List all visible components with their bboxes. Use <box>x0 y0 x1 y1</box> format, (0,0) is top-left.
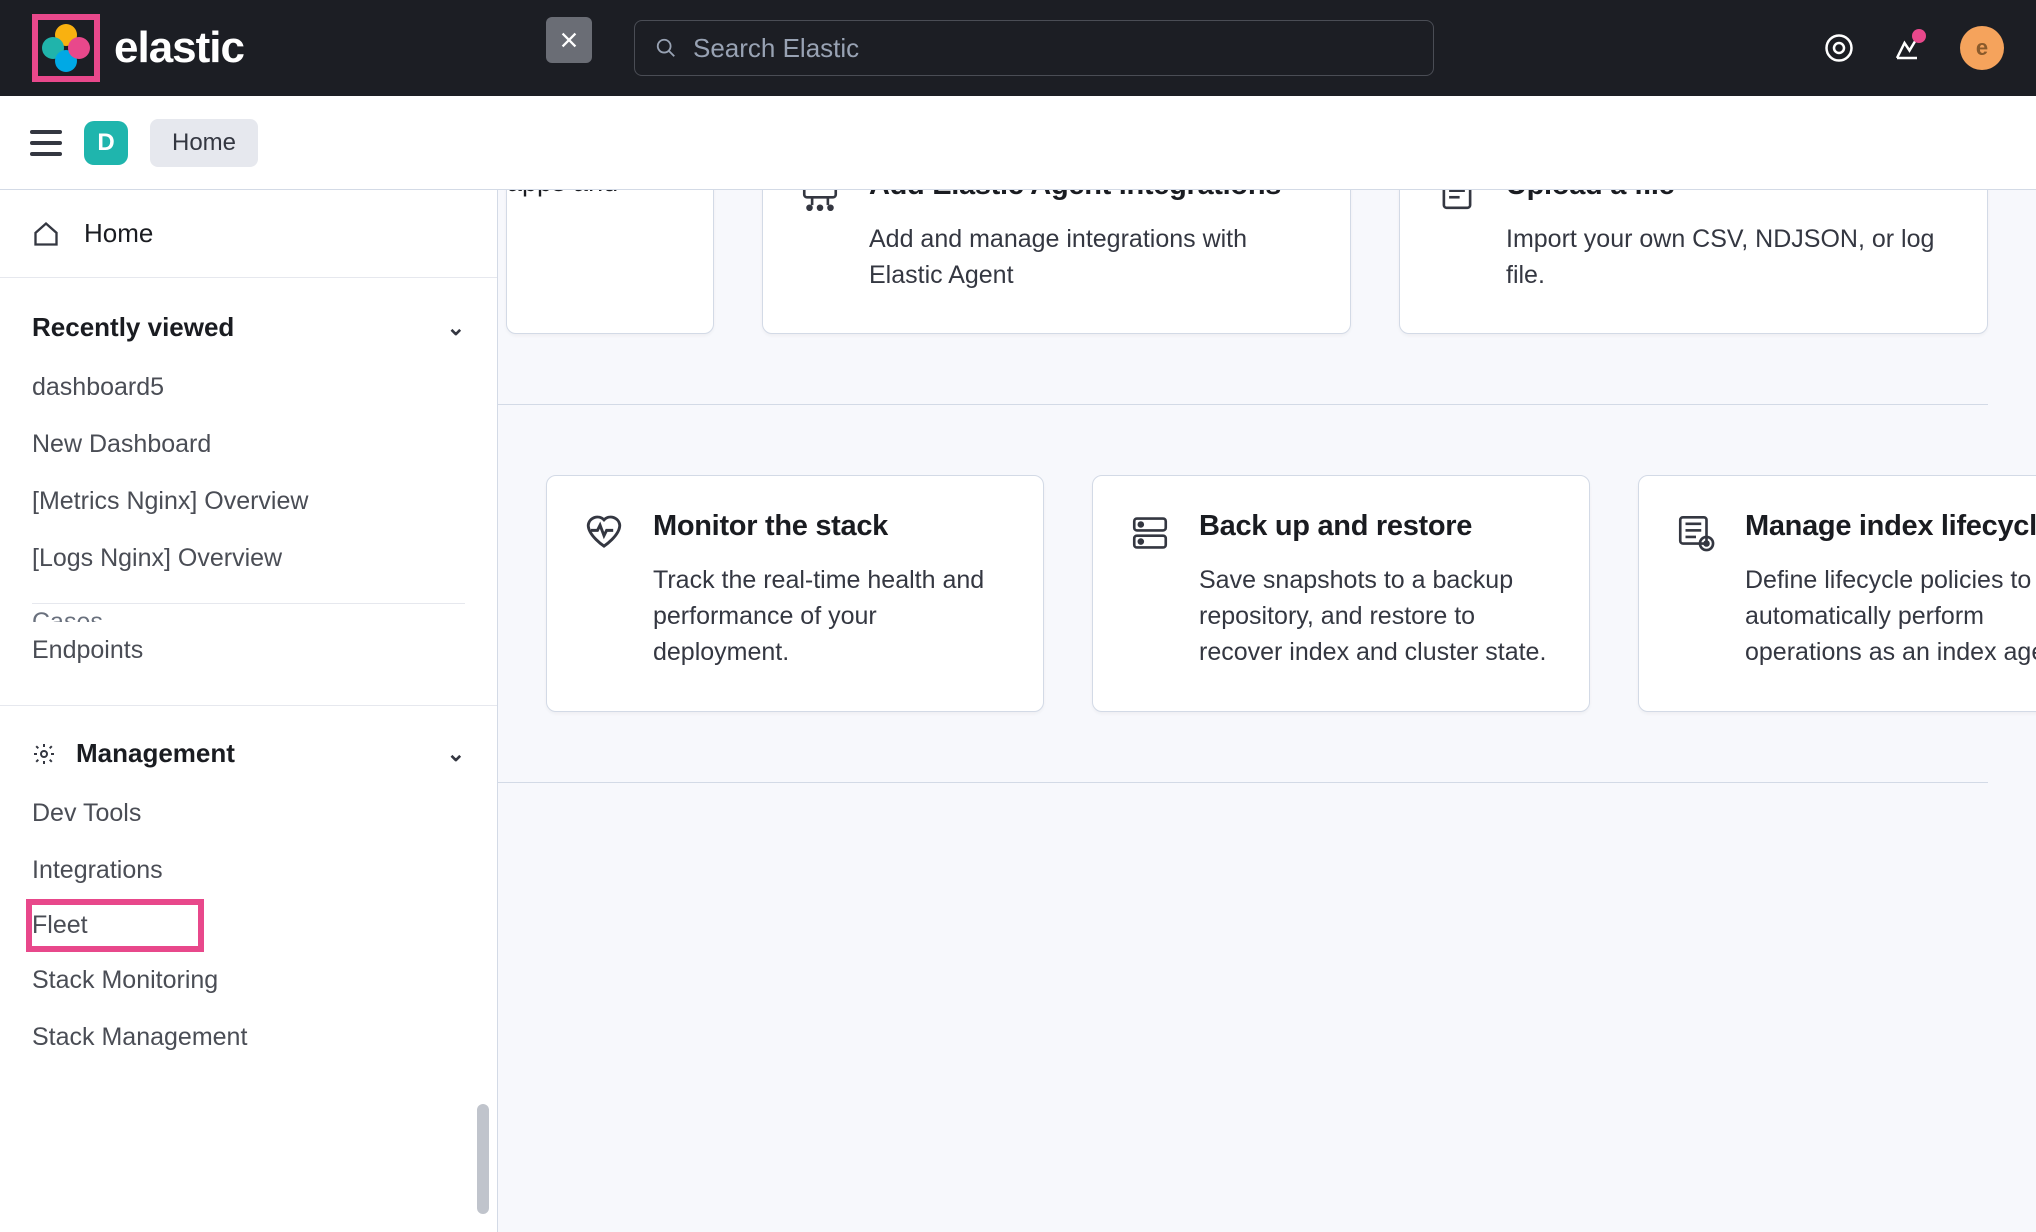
brand-text: elastic <box>114 23 244 73</box>
search-icon <box>655 37 677 59</box>
gear-icon <box>32 742 56 766</box>
sidebar-item-home[interactable]: Home <box>0 190 497 278</box>
card-row-management: Monitor the stack Track the real-time he… <box>546 475 1988 711</box>
heartbeat-icon <box>583 512 625 554</box>
card-partial[interactable]: apps and <box>506 190 714 334</box>
card-add-agent[interactable]: Add Elastic Agent integrations Add and m… <box>762 190 1351 334</box>
logo-area: elastic <box>32 14 244 82</box>
card-title: Monitor the stack <box>653 508 1007 546</box>
recently-viewed-header[interactable]: Recently viewed ⌄ <box>32 302 465 359</box>
nav-drawer: Home Recently viewed ⌄ dashboard5 New Da… <box>0 190 498 1232</box>
close-icon <box>558 29 580 51</box>
storage-icon <box>1129 512 1171 554</box>
elastic-logo-icon[interactable] <box>42 24 90 72</box>
sidebar-item-cases[interactable]: Cases <box>32 594 465 622</box>
user-avatar[interactable]: e <box>1960 26 2004 70</box>
management-label: Management <box>76 738 235 769</box>
card-index-lifecycle[interactable]: Manage index lifecycles Define lifecycle… <box>1638 475 2036 711</box>
top-header: elastic Search Elastic e <box>0 0 2036 96</box>
breadcrumb-home[interactable]: Home <box>150 119 258 167</box>
recent-item[interactable]: [Metrics Nginx] Overview <box>32 473 465 530</box>
search-wrap: Search Elastic <box>244 20 1824 76</box>
recent-item[interactable]: [Logs Nginx] Overview <box>32 530 465 587</box>
card-desc: Import your own CSV, NDJSON, or log file… <box>1506 221 1951 294</box>
sidebar-item-stack-monitoring[interactable]: Stack Monitoring <box>32 952 465 1009</box>
space-badge[interactable]: D <box>84 121 128 165</box>
notification-dot <box>1912 29 1926 43</box>
logo-highlight <box>32 14 100 82</box>
nav-toggle-button[interactable] <box>30 130 62 156</box>
home-icon <box>32 220 60 248</box>
management-header[interactable]: Management ⌄ <box>32 728 465 785</box>
close-drawer-button[interactable] <box>546 17 592 63</box>
card-backup-restore[interactable]: Back up and restore Save snapshots to a … <box>1092 475 1590 711</box>
sidebar-home-label: Home <box>84 218 153 249</box>
chevron-down-icon: ⌄ <box>447 741 465 767</box>
sidebar-section-management: Management ⌄ Dev Tools Integrations Flee… <box>0 705 497 1074</box>
scrollbar-thumb[interactable] <box>477 1104 489 1214</box>
file-icon <box>1436 190 1478 213</box>
recent-item[interactable]: New Dashboard <box>32 416 465 473</box>
card-desc: Define lifecycle policies to automatical… <box>1745 562 2036 671</box>
index-gear-icon <box>1675 512 1717 554</box>
recent-item[interactable]: dashboard5 <box>32 359 465 416</box>
sidebar-item-stack-management[interactable]: Stack Management <box>32 1009 465 1066</box>
breadcrumb-bar: D Home <box>0 96 2036 190</box>
recently-viewed-label: Recently viewed <box>32 312 234 343</box>
search-input[interactable]: Search Elastic <box>634 20 1434 76</box>
agent-icon <box>799 190 841 213</box>
card-monitor-stack[interactable]: Monitor the stack Track the real-time he… <box>546 475 1044 711</box>
header-actions: e <box>1824 26 2004 70</box>
card-desc: Track the real-time health and performan… <box>653 562 1007 671</box>
sidebar-section-recent: Recently viewed ⌄ dashboard5 New Dashboa… <box>0 278 497 687</box>
card-title: Upload a file <box>1506 190 1951 205</box>
card-desc: Save snapshots to a backup repository, a… <box>1199 562 1553 671</box>
sidebar-item-dev-tools[interactable]: Dev Tools <box>32 785 465 842</box>
card-desc: Add and manage integrations with Elastic… <box>869 221 1314 294</box>
card-title: Manage index lifecycles <box>1745 508 2036 546</box>
help-icon[interactable] <box>1824 33 1854 63</box>
card-upload-file[interactable]: Upload a file Import your own CSV, NDJSO… <box>1399 190 1988 334</box>
card-title: Add Elastic Agent integrations <box>869 190 1314 205</box>
sidebar-item-integrations[interactable]: Integrations <box>32 842 465 899</box>
search-placeholder: Search Elastic <box>693 33 859 64</box>
newsfeed-icon[interactable] <box>1892 33 1922 63</box>
chevron-down-icon: ⌄ <box>447 315 465 341</box>
sidebar-item-endpoints[interactable]: Endpoints <box>32 622 465 679</box>
sidebar-item-fleet[interactable]: Fleet <box>32 911 88 939</box>
partial-text: apps and <box>507 190 618 197</box>
fleet-highlight: Fleet <box>32 899 465 952</box>
card-title: Back up and restore <box>1199 508 1553 546</box>
